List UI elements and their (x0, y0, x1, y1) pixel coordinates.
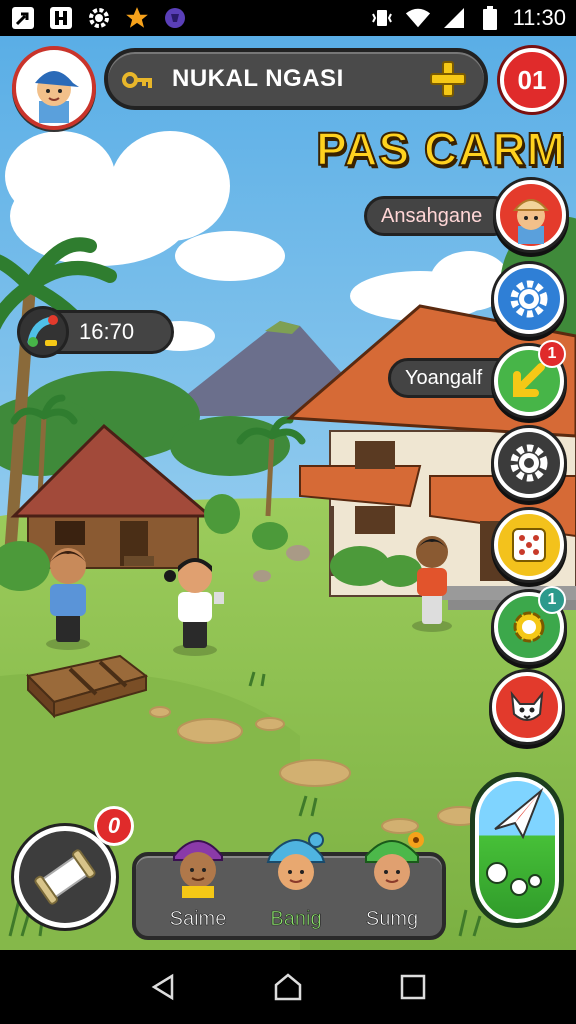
character-portrait (266, 832, 326, 890)
navigation-bar (0, 950, 576, 1024)
plus-icon (430, 61, 466, 97)
add-currency-button[interactable] (426, 57, 470, 101)
nav-home-button[interactable] (268, 967, 308, 1007)
notification-count-badge[interactable]: 01 (500, 48, 564, 112)
character-slot-banig[interactable]: Banig (248, 826, 344, 938)
character-name: Saime (169, 908, 227, 931)
character-portrait (173, 840, 223, 898)
character-portrait (365, 832, 424, 890)
back-icon (151, 973, 173, 1001)
status-bar: 11:30 (0, 0, 576, 36)
character-name: Banig (270, 908, 322, 931)
star-icon (124, 5, 150, 31)
character-name: Sumg (365, 908, 419, 931)
direction-badge: 1 (538, 340, 566, 368)
paper-plane-icon (486, 787, 544, 896)
fox-icon (510, 690, 544, 721)
game-scene[interactable]: NUKAL NGASI 01 PAS CARM Ansahgane Yoanga… (0, 36, 576, 950)
gear-icon (510, 444, 548, 482)
side-button-options[interactable] (494, 428, 564, 498)
player-avatar-button[interactable] (12, 46, 96, 130)
side-button-pet[interactable] (492, 672, 562, 742)
character-slot-saime[interactable]: Saime (150, 826, 246, 938)
gear-icon (510, 280, 548, 318)
home-icon (274, 973, 302, 1001)
character-slot-sumg[interactable]: Sumg (344, 826, 440, 938)
key-icon (122, 72, 152, 88)
side-button-profile[interactable] (496, 180, 566, 250)
app-frame-icon (48, 5, 74, 31)
shield-icon (162, 5, 188, 31)
avatar (35, 71, 79, 123)
clock-time: 11:30 (512, 5, 566, 30)
ring-badge: 1 (538, 586, 566, 614)
launch-button[interactable] (470, 772, 564, 928)
grid-icon (512, 528, 546, 562)
portrait-icon (512, 199, 550, 244)
battery-icon (477, 5, 503, 31)
nav-back-button[interactable] (143, 967, 183, 1007)
recents-icon (401, 974, 426, 1000)
scroll-icon (34, 849, 96, 905)
timer-value: 16:70 (79, 319, 135, 344)
side-button-inventory[interactable] (494, 510, 564, 580)
game-title: PAS CARM (315, 122, 566, 176)
vibrate-icon (369, 5, 395, 31)
timer-display: 16:70 (17, 306, 174, 358)
player-name: NUKAL NGASI (172, 65, 344, 92)
gear-icon (86, 5, 112, 31)
signal-icon (441, 5, 467, 31)
timer-icon (17, 306, 69, 358)
side-button-settings[interactable] (494, 264, 564, 334)
side-label-ansahgane: Ansahgane (364, 196, 514, 236)
app-arrow-icon (10, 5, 36, 31)
scroll-badge: 0 (94, 806, 134, 846)
character-tray: Saime Banig Sumg (132, 832, 446, 940)
wifi-icon (405, 5, 431, 31)
player-name-bar: NUKAL NGASI (104, 48, 488, 110)
nav-recents-button[interactable] (393, 967, 433, 1007)
